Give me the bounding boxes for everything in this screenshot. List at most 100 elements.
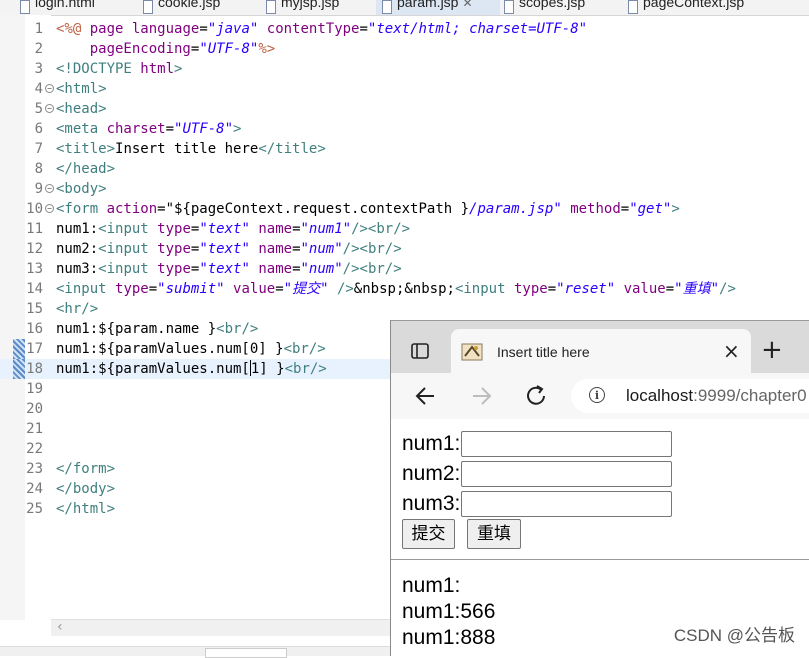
num2-label: num2: bbox=[402, 462, 461, 485]
num1-input[interactable] bbox=[461, 431, 672, 457]
url-text: localhost:9999/chapter0 bbox=[626, 386, 807, 405]
line-number: 10 bbox=[26, 201, 43, 217]
output-line: num1:566 bbox=[402, 600, 496, 623]
fold-toggle-icon[interactable]: − bbox=[45, 104, 54, 113]
file-icon bbox=[628, 0, 638, 14]
sidebar-toggle-icon[interactable] bbox=[411, 343, 429, 359]
code-text: num3:<input type="text" name="num"/><br/… bbox=[56, 261, 402, 277]
close-tab-icon[interactable]: × bbox=[723, 340, 740, 362]
refresh-icon[interactable] bbox=[523, 383, 549, 409]
code-line[interactable]: 14 <input type="submit" value="提交" />&nbs… bbox=[0, 279, 809, 299]
code-text: num1:${paramValues.num[1] }<br/> bbox=[56, 360, 327, 377]
code-text: num1:<input type="text" name="num1"/><br… bbox=[56, 221, 411, 237]
info-icon[interactable]: i bbox=[589, 387, 605, 403]
code-text: <title>Insert title here</title> bbox=[56, 141, 326, 157]
line-number: 3 bbox=[34, 61, 43, 77]
line-number: 2 bbox=[34, 41, 43, 57]
file-icon bbox=[504, 0, 514, 14]
code-line[interactable]: 13 num3:<input type="text" name="num"/><b… bbox=[0, 259, 809, 279]
back-icon[interactable] bbox=[413, 383, 439, 409]
code-text: <hr/> bbox=[56, 301, 99, 317]
code-text: </form> bbox=[56, 461, 116, 477]
file-icon bbox=[382, 0, 392, 14]
line-number: 5 bbox=[34, 101, 43, 117]
code-line[interactable]: 7 <title>Insert title here</title> bbox=[0, 139, 809, 159]
code-text: <form action="${pageContext.request.cont… bbox=[56, 201, 680, 217]
code-line[interactable]: 15 <hr/> bbox=[0, 299, 809, 319]
browser-tab[interactable]: Insert title here × bbox=[451, 329, 751, 373]
editor-tab-active[interactable]: param.jsp ✕ bbox=[376, 0, 500, 15]
code-text: <meta charset="UTF-8"> bbox=[56, 121, 242, 137]
browser-toolbar: i localhost:9999/chapter0 bbox=[391, 373, 809, 420]
line-number: 23 bbox=[26, 461, 43, 477]
code-line[interactable]: 10− <form action="${pageContext.request.c… bbox=[0, 199, 809, 219]
code-text: pageEncoding="UTF-8"%> bbox=[89, 41, 276, 57]
code-line[interactable]: 11 num1:<input type="text" name="num1"/><… bbox=[0, 219, 809, 239]
code-line[interactable]: 2 pageEncoding="UTF-8"%> bbox=[0, 39, 809, 59]
fold-toggle-icon[interactable]: − bbox=[45, 204, 54, 213]
line-number: 22 bbox=[26, 441, 43, 457]
line-number: 9 bbox=[34, 181, 43, 197]
page-content: num1: num2: num3: 提交 重填 num1: num1:566 n… bbox=[391, 419, 809, 656]
watermark: CSDN @公告板 bbox=[673, 626, 795, 645]
fold-toggle-icon[interactable]: − bbox=[45, 84, 54, 93]
output-line: num1: bbox=[402, 574, 461, 597]
line-number: 19 bbox=[26, 381, 43, 397]
browser-window: Insert title here × + i localhost:9999/c… bbox=[390, 320, 809, 656]
line-number: 4 bbox=[34, 81, 43, 97]
code-line[interactable]: 1 <%@ page language="java" contentType="t… bbox=[0, 19, 809, 39]
line-number: 12 bbox=[26, 241, 43, 257]
status-field bbox=[205, 648, 287, 658]
code-text: <body> bbox=[56, 181, 107, 197]
num2-input[interactable] bbox=[461, 461, 672, 487]
code-text: </body> bbox=[56, 481, 116, 497]
code-line[interactable]: 4− <html> bbox=[0, 79, 809, 99]
code-text: num1:${param.name }<br/> bbox=[56, 321, 259, 337]
editor-tab[interactable]: login.html bbox=[14, 0, 138, 15]
line-number: 6 bbox=[34, 121, 43, 137]
code-text: num2:<input type="text" name="num"/><br/… bbox=[56, 241, 402, 257]
editor-tab[interactable]: cookie.jsp bbox=[137, 0, 261, 15]
code-text: <%@ page language="java" contentType="te… bbox=[56, 21, 588, 37]
code-text: <html> bbox=[56, 81, 107, 97]
editor-tab[interactable]: scopes.jsp bbox=[498, 0, 622, 15]
address-bar[interactable]: i localhost:9999/chapter0 bbox=[571, 379, 809, 413]
line-number: 1 bbox=[34, 21, 43, 37]
code-text: <input type="submit" value="提交" />&nbsp;… bbox=[56, 281, 736, 297]
line-number: 25 bbox=[26, 501, 43, 517]
code-text: <head> bbox=[56, 101, 107, 117]
line-number: 16 bbox=[26, 321, 43, 337]
divider bbox=[391, 559, 809, 560]
line-number: 24 bbox=[26, 481, 43, 497]
code-line[interactable]: 3 <!DOCTYPE html> bbox=[0, 59, 809, 79]
output-line: num1:888 bbox=[402, 626, 496, 649]
code-line[interactable]: 6 <meta charset="UTF-8"> bbox=[0, 119, 809, 139]
num1-label: num1: bbox=[402, 432, 461, 455]
editor-tab[interactable]: myjsp.jsp bbox=[260, 0, 378, 15]
horizontal-scrollbar[interactable]: ‹ bbox=[51, 619, 391, 636]
line-number: 11 bbox=[26, 221, 43, 237]
num3-label: num3: bbox=[402, 492, 461, 515]
close-icon[interactable]: ✕ bbox=[462, 0, 472, 10]
page-favicon-icon bbox=[461, 343, 483, 361]
line-number: 7 bbox=[34, 141, 43, 157]
code-line[interactable]: 8 </head> bbox=[0, 159, 809, 179]
editor-tab[interactable]: pageContext.jsp bbox=[622, 0, 809, 15]
line-number: 8 bbox=[34, 161, 43, 177]
code-line[interactable]: 5− <head> bbox=[0, 99, 809, 119]
num3-input[interactable] bbox=[461, 491, 672, 517]
editor-tabbar: login.html cookie.jsp myjsp.jsp param.js… bbox=[0, 0, 809, 16]
new-tab-icon[interactable]: + bbox=[761, 337, 783, 363]
fold-toggle-icon[interactable]: − bbox=[45, 184, 54, 193]
submit-button[interactable]: 提交 bbox=[402, 519, 455, 549]
code-line[interactable]: 9− <body> bbox=[0, 179, 809, 199]
scroll-left-icon[interactable]: ‹ bbox=[57, 619, 63, 635]
reset-button[interactable]: 重填 bbox=[467, 519, 521, 549]
line-number: 13 bbox=[26, 261, 43, 277]
code-line[interactable]: 12 num2:<input type="text" name="num"/><b… bbox=[0, 239, 809, 259]
file-icon bbox=[20, 0, 30, 14]
forward-icon[interactable] bbox=[468, 383, 494, 409]
line-number: 18 bbox=[26, 361, 43, 377]
line-number: 15 bbox=[26, 301, 43, 317]
code-text: </html> bbox=[56, 501, 116, 517]
